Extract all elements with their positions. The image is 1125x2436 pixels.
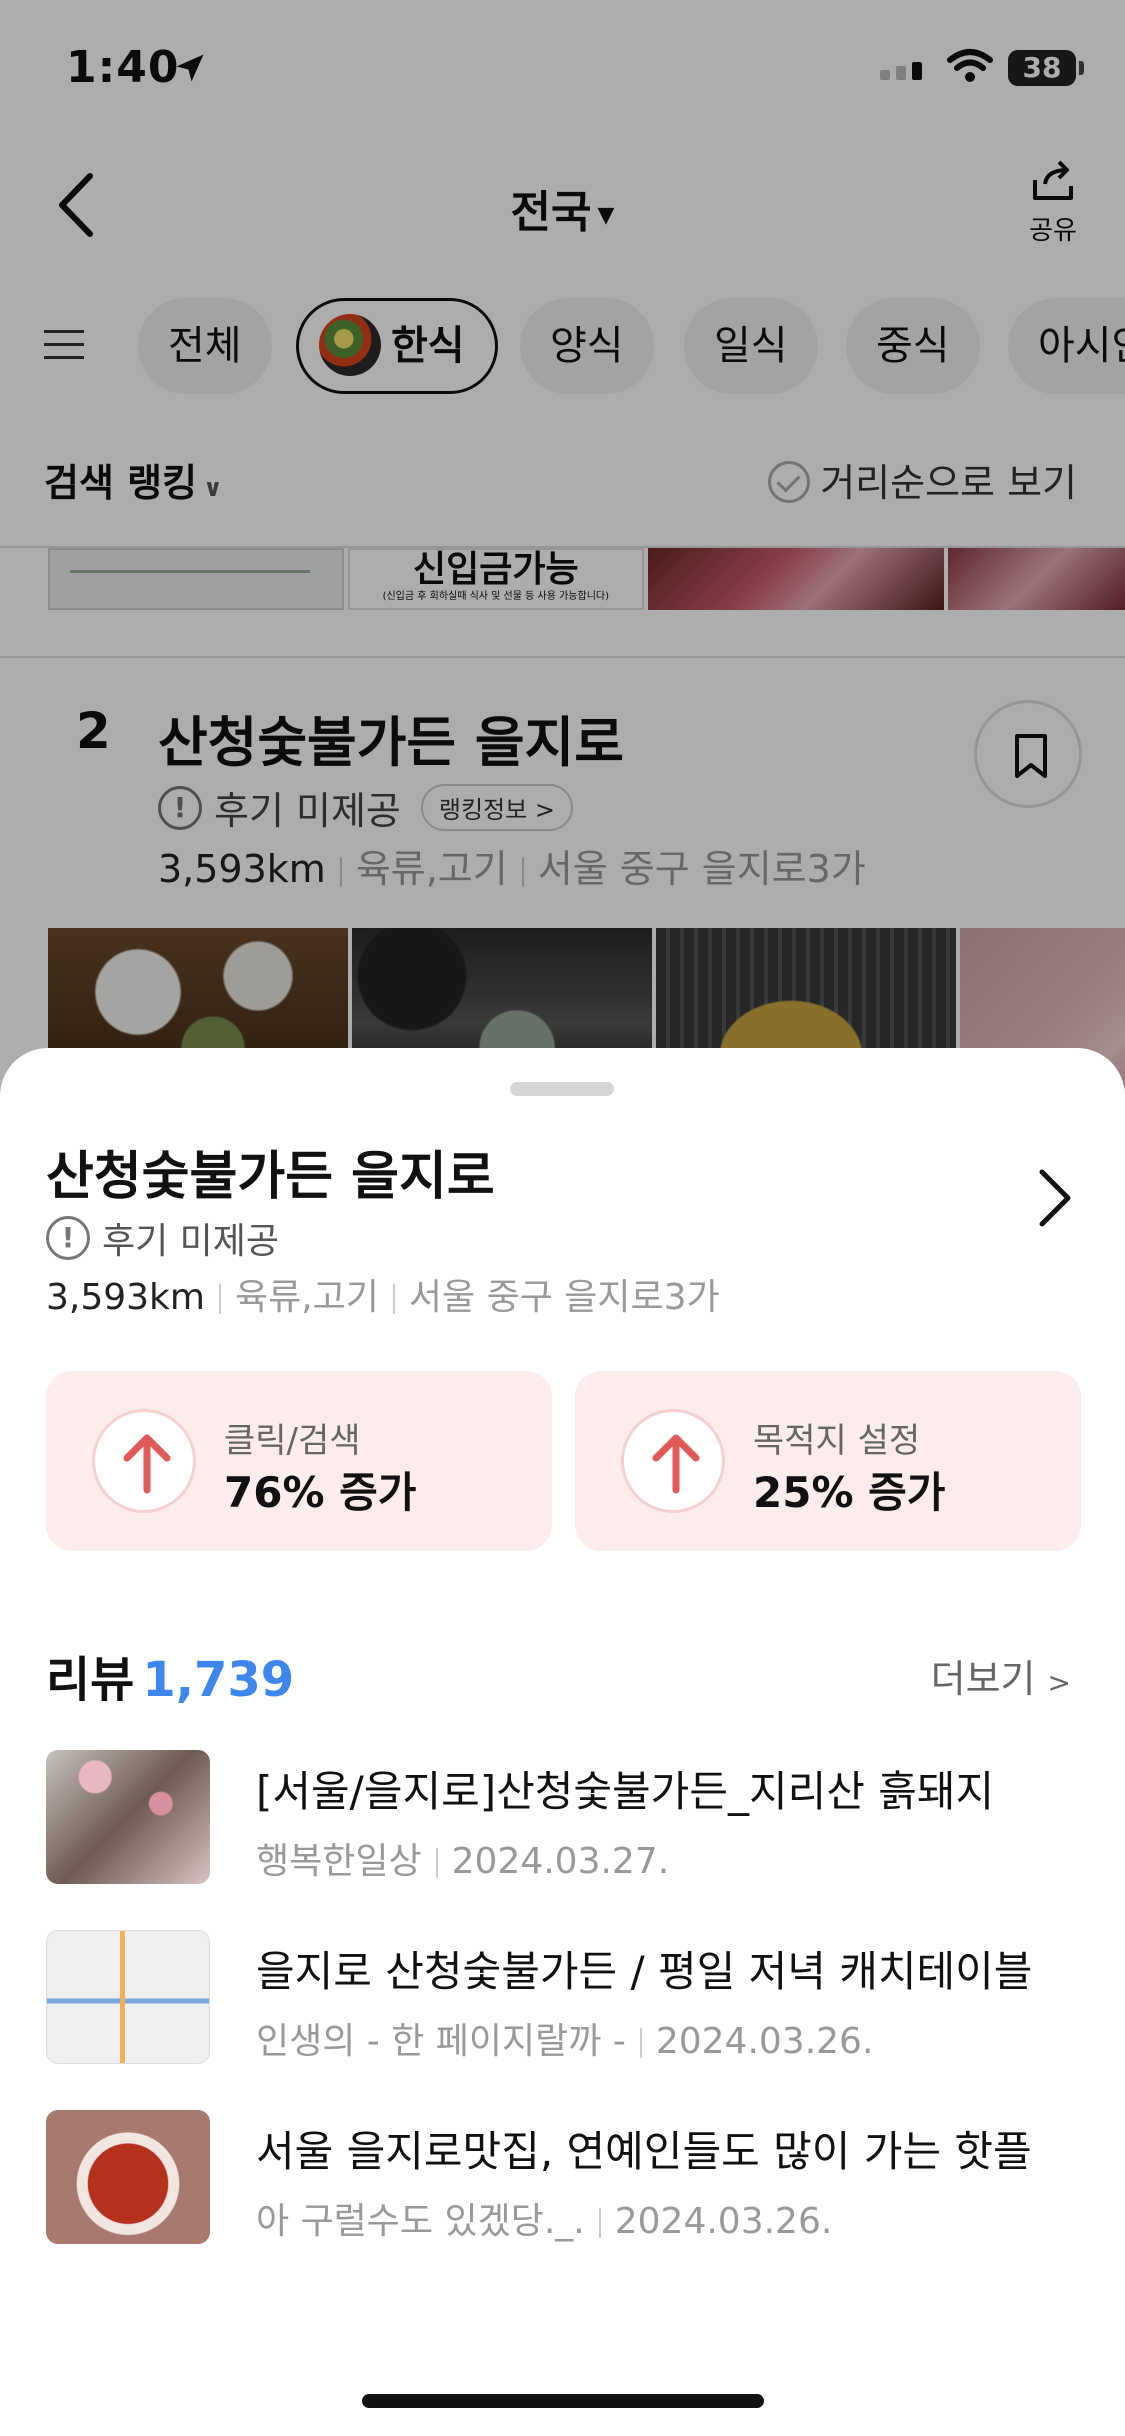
review-meta: 아 구럴수도 있겠당._. 2024.03.26. — [256, 2192, 832, 2244]
review-author: 인생의 - 한 페이지랄까 - — [256, 2021, 626, 2062]
sheet-restaurant-name[interactable]: 산청숯불가든 을지로 — [46, 1134, 495, 1209]
sheet-restaurant-meta: 3,593km 육류,고기 서울 중구 을지로3가 — [46, 1268, 720, 1320]
reviews-header: 리뷰 1,739 — [46, 1640, 294, 1710]
address: 서울 중구 을지로3가 — [408, 1277, 720, 1318]
separator — [392, 1284, 395, 1314]
review-author: 행복한일상 — [256, 1841, 422, 1882]
review-title: [서울/을지로]산청숯불가든_지리산 흙돼지 — [256, 1767, 995, 1816]
review-thumbnail — [46, 2110, 210, 2244]
stat-label: 목적지 설정 — [753, 1421, 921, 1461]
more-reviews-link[interactable]: 더보기 > — [931, 1648, 1071, 1703]
review-item[interactable]: 을지로 산청숯불가든 / 평일 저녁 캐치테이블 인생의 - 한 페이지랄까 -… — [46, 1930, 1086, 2066]
separator — [218, 1284, 221, 1314]
arrow-up-icon — [92, 1409, 196, 1513]
review-date: 2024.03.27. — [451, 1841, 670, 1882]
sheet-grabber[interactable] — [510, 1082, 614, 1096]
reviews-label: 리뷰 — [46, 1652, 135, 1708]
review-date: 2024.03.26. — [655, 2021, 874, 2062]
review-meta: 행복한일상 2024.03.27. — [256, 1832, 669, 1884]
stat-card-destination: 목적지 설정 25% 증가 — [575, 1371, 1081, 1551]
stat-value: 25% 증가 — [753, 1468, 946, 1517]
review-title: 서울 을지로맛집, 연예인들도 많이 가는 핫플 — [256, 2127, 1032, 2176]
distance: 3,593km — [46, 1277, 205, 1318]
stat-card-click-search: 클릭/검색 76% 증가 — [46, 1371, 552, 1551]
review-status: 후기 미제공 — [102, 1221, 280, 1262]
review-meta: 인생의 - 한 페이지랄까 - 2024.03.26. — [256, 2012, 873, 2064]
review-author: 아 구럴수도 있겠당._. — [256, 2201, 585, 2242]
review-item[interactable]: [서울/을지로]산청숯불가든_지리산 흙돼지 행복한일상 2024.03.27. — [46, 1750, 1086, 1886]
home-indicator[interactable] — [362, 2394, 764, 2408]
stat-value: 76% 증가 — [224, 1468, 417, 1517]
separator — [435, 1848, 438, 1878]
separator — [598, 2208, 601, 2238]
review-thumbnail — [46, 1930, 210, 2064]
arrow-up-icon — [621, 1409, 725, 1513]
chevron-right-icon: > — [1047, 1666, 1071, 1699]
more-label: 더보기 — [930, 1657, 1036, 1701]
separator — [639, 2028, 642, 2058]
reviews-count: 1,739 — [142, 1652, 295, 1708]
sheet-review-status-row: ! 후기 미제공 — [46, 1212, 279, 1264]
review-date: 2024.03.26. — [614, 2201, 833, 2242]
review-thumbnail — [46, 1750, 210, 1884]
food-category: 육류,고기 — [234, 1277, 379, 1318]
review-item[interactable]: 서울 을지로맛집, 연예인들도 많이 가는 핫플 아 구럴수도 있겠당._. 20… — [46, 2110, 1086, 2246]
review-title: 을지로 산청숯불가든 / 평일 저녁 캐치테이블 — [256, 1947, 1033, 1996]
stat-label: 클릭/검색 — [224, 1421, 361, 1461]
info-icon: ! — [46, 1216, 90, 1260]
chevron-right-icon[interactable] — [1034, 1166, 1074, 1230]
bottom-sheet: 산청숯불가든 을지로 ! 후기 미제공 3,593km 육류,고기 서울 중구 을지… — [0, 1048, 1125, 2436]
